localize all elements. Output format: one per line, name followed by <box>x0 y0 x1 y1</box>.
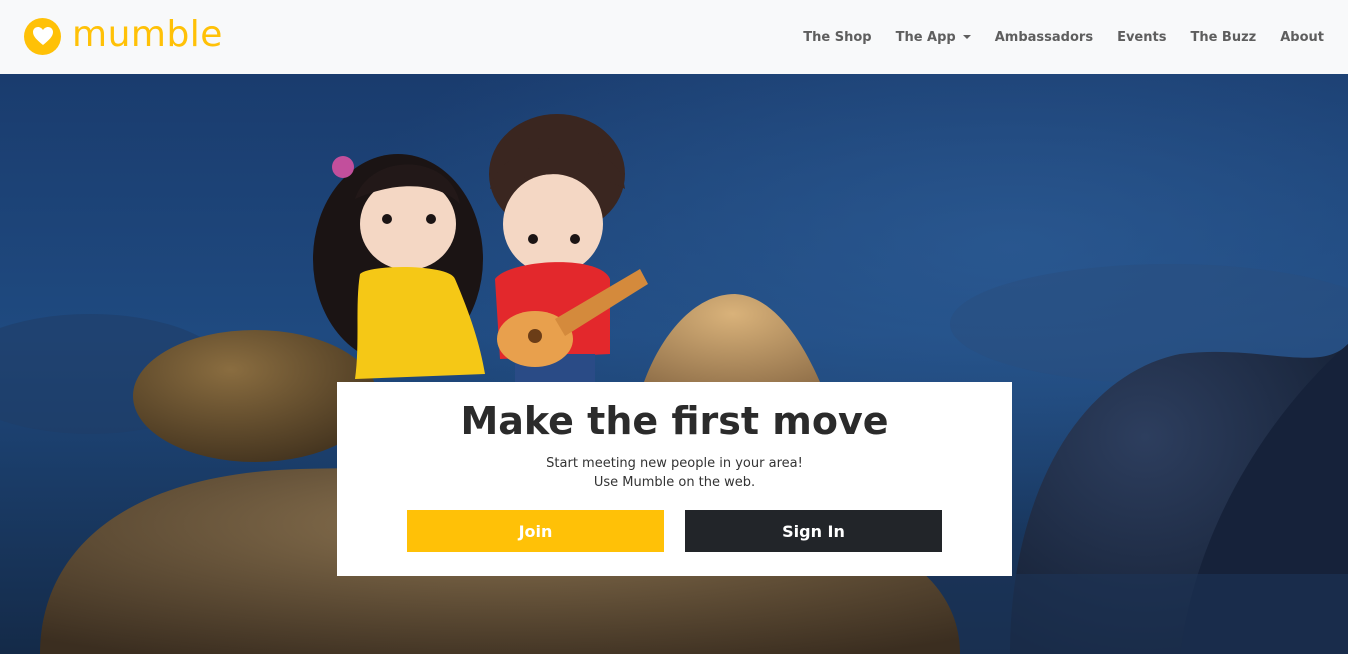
nav-item-the-shop[interactable]: The Shop <box>791 30 883 45</box>
nav-item-label: About <box>1280 29 1324 45</box>
brand-link[interactable]: mumble <box>24 14 223 56</box>
chevron-down-icon <box>962 35 971 39</box>
nav-item-the-app[interactable]: The App <box>884 30 983 45</box>
hero-title: Make the first move <box>460 399 889 443</box>
hero-card: Make the first move Start meeting new pe… <box>337 382 1012 576</box>
nav-item-events[interactable]: Events <box>1105 30 1178 45</box>
nav-item-label: Ambassadors <box>994 29 1094 45</box>
hero-subtitle-line-1: Start meeting new people in your area! <box>546 456 803 471</box>
nav-item-label: The App <box>895 29 956 45</box>
nav-item-about[interactable]: About <box>1268 30 1336 45</box>
join-button[interactable]: Join <box>407 510 664 552</box>
nav-item-ambassadors[interactable]: Ambassadors <box>983 30 1105 45</box>
nav-item-label: The Buzz <box>1190 29 1257 45</box>
nav-item-label: Events <box>1117 29 1167 45</box>
sign-in-button[interactable]: Sign In <box>685 510 942 552</box>
heart-icon <box>24 17 61 55</box>
hero-subtitle: Start meeting new people in your area! U… <box>337 454 1012 492</box>
brand-name: mumble <box>72 14 223 55</box>
navbar: mumble The Shop The App Ambassadors Even… <box>0 0 1348 74</box>
nav-item-the-buzz[interactable]: The Buzz <box>1178 30 1268 45</box>
nav-item-label: The Shop <box>803 29 872 45</box>
hero-subtitle-line-2: Use Mumble on the web. <box>593 475 756 490</box>
main-nav: The Shop The App Ambassadors Events The … <box>791 0 1336 74</box>
